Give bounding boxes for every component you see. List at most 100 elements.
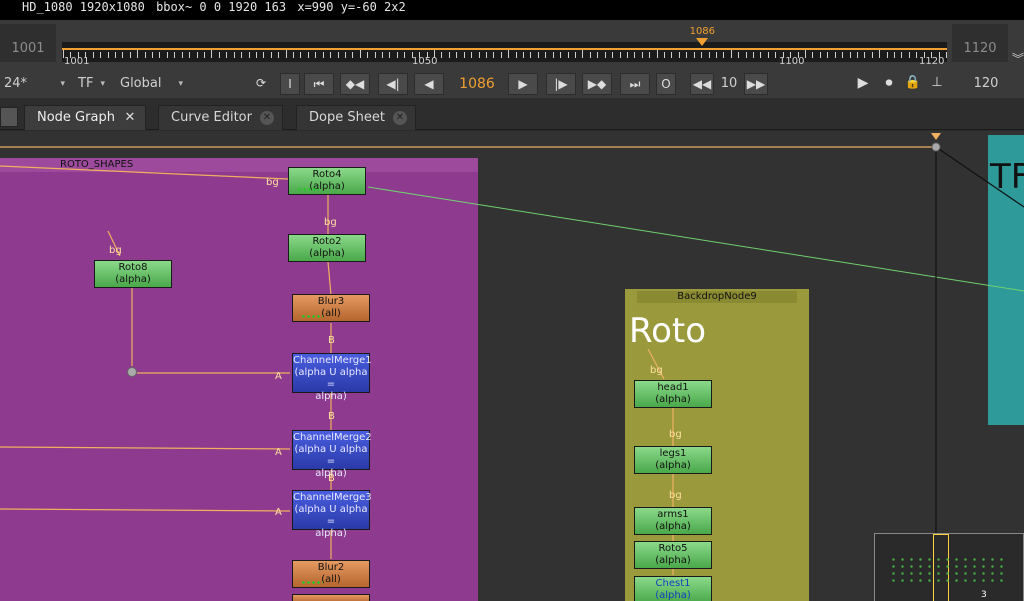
last-frame-icon[interactable]: ⏭	[620, 73, 650, 95]
fps-dropdown[interactable]: 24*	[0, 73, 68, 95]
tab-curve-editor[interactable]: Curve Editor ✕	[158, 105, 283, 130]
node-roto2-channel: (alpha)	[309, 248, 345, 259]
timeline-tick	[367, 52, 369, 58]
node-roto4[interactable]: Roto4 (alpha)	[288, 167, 366, 195]
in-point-button[interactable]: I	[280, 73, 300, 95]
ruler-label-start: 1001	[64, 56, 90, 67]
pipe-green	[367, 186, 1024, 292]
timeline-tick	[664, 52, 666, 58]
next-frame-icon[interactable]: |▶	[546, 73, 576, 95]
pin-bg-legs1: bg	[669, 429, 682, 440]
pane-menu-icon[interactable]	[0, 107, 18, 127]
node-cm1-channel: (alpha U alpha =	[294, 367, 368, 390]
timeline-tick	[619, 52, 621, 58]
node-legs1[interactable]: legs1 (alpha)	[634, 446, 712, 474]
pipe-a-cm3	[0, 508, 291, 512]
node-chest1-channel: (alpha)	[655, 590, 691, 601]
out-point-button[interactable]: O	[656, 73, 676, 95]
timeline-tick	[129, 52, 131, 58]
timeline-tick	[122, 52, 124, 58]
close-icon[interactable]: ✕	[123, 111, 137, 125]
panel-tab-bar: Node Graph ✕ Curve Editor ✕ Dope Sheet ✕	[0, 98, 1024, 130]
timeline-tick	[456, 52, 458, 58]
timeline-tick	[107, 52, 109, 58]
timeline-tick	[849, 52, 851, 58]
playhead-marker[interactable]	[695, 38, 708, 46]
node-graph-minimap[interactable]: 3	[874, 533, 1024, 601]
timeline-end-frame[interactable]: 1120	[952, 24, 1008, 62]
close-icon[interactable]: ✕	[392, 111, 407, 125]
node-partial-bottom[interactable]	[292, 594, 370, 601]
timeline-tick	[211, 49, 213, 58]
timeline-start-frame[interactable]: 1001	[0, 24, 56, 62]
timeline-tick	[597, 52, 599, 58]
timeline-tick	[233, 52, 235, 58]
timeline-tick	[404, 52, 406, 58]
node-chest1-name: Chest1	[655, 578, 691, 589]
node-head1[interactable]: head1 (alpha)	[634, 380, 712, 408]
node-roto2[interactable]: Roto2 (alpha)	[288, 234, 366, 262]
timeline-tick	[545, 52, 547, 58]
timeline-tick	[745, 52, 747, 58]
end-frame-field[interactable]: 120	[956, 73, 1016, 95]
scope-dropdown[interactable]: Global	[116, 73, 186, 95]
timeline-tick	[634, 52, 636, 58]
timeline-range-bar	[62, 48, 947, 50]
node-channelmerge3[interactable]: ChannelMerge3 (alpha U alpha = alpha)	[292, 490, 372, 539]
tab-dope-sheet[interactable]: Dope Sheet ✕	[296, 105, 416, 130]
timeline-tick	[886, 52, 888, 58]
node-arms1[interactable]: arms1 (alpha)	[634, 507, 712, 535]
timeline-tick	[226, 52, 228, 58]
node-blur3[interactable]: Blur3 (all)	[292, 294, 370, 322]
pipe-a-cm2	[0, 446, 291, 450]
pipe-roto2-blur3	[327, 261, 332, 296]
node-roto8[interactable]: Roto8 (alpha)	[94, 260, 172, 288]
forward-increment-icon[interactable]: ▶▶	[744, 73, 768, 95]
pin-a-cm1: A	[275, 371, 282, 382]
scope-value: Global	[120, 76, 162, 91]
tf-dropdown[interactable]: TF	[74, 73, 108, 95]
timeline-tick	[448, 52, 450, 58]
prev-keyframe-icon[interactable]: ◆◀	[340, 73, 370, 95]
viewer-info-bar: HD_1080 1920x1080 bbox~ 0 0 1920 163 x=9…	[0, 0, 1024, 20]
node-blur2[interactable]: Blur2 (all)	[292, 560, 370, 588]
node-channelmerge2[interactable]: ChannelMerge2 (alpha U alpha = alpha)	[292, 430, 372, 479]
tab-node-graph-label: Node Graph	[37, 110, 115, 125]
range-icon[interactable]: ⊥	[926, 73, 948, 95]
prev-increment-icon[interactable]: ◀|	[378, 73, 408, 95]
node-graph-canvas[interactable]: ROTO_SHAPES BackdropNode9 Roto TF bg bg …	[0, 131, 1024, 601]
timeline-tick	[775, 52, 777, 58]
timeline-tick	[166, 52, 168, 58]
chevron-down-icon[interactable]: ︾	[1012, 50, 1024, 67]
dot-node[interactable]	[127, 367, 137, 377]
timeline-tick	[100, 52, 102, 58]
node-channelmerge1[interactable]: ChannelMerge1 (alpha U alpha = alpha)	[292, 353, 372, 402]
increment-field[interactable]: 10	[716, 73, 742, 95]
first-frame-icon[interactable]: ⏮	[304, 73, 334, 95]
timeline-tick	[92, 52, 94, 58]
timeline-tick	[337, 52, 339, 58]
timeline-tick	[137, 49, 139, 58]
play-forward-icon[interactable]: ▶	[508, 73, 538, 95]
timeline-tick	[560, 52, 562, 58]
next-keyframe-icon[interactable]: ▶◆	[582, 73, 612, 95]
node-roto5[interactable]: Roto5 (alpha)	[634, 541, 712, 569]
timeline-tick	[255, 52, 257, 58]
lock-icon[interactable]: 🔒	[902, 73, 924, 95]
timeline-ruler[interactable]: 1001 1050 1100 1120	[62, 42, 947, 67]
pin-b-cm1: B	[328, 335, 335, 346]
tab-node-graph[interactable]: Node Graph ✕	[24, 105, 146, 130]
timeline-tick	[894, 52, 896, 58]
prev-frame-icon[interactable]: ◀	[414, 73, 444, 95]
close-icon[interactable]: ✕	[259, 111, 274, 125]
node-chest1[interactable]: Chest1 (alpha)	[634, 576, 712, 601]
pin-bg-roto8: bg	[109, 245, 122, 256]
current-frame-field[interactable]: 1086	[450, 73, 504, 95]
node-cm2-channel2: alpha)	[315, 468, 347, 479]
loop-mode-icon[interactable]: ⟳	[246, 73, 276, 95]
playback-mode-icon[interactable]: ▶	[852, 73, 874, 95]
rewind-increment-icon[interactable]: ◀◀	[690, 73, 714, 95]
pin-bg-head1: bg	[650, 365, 663, 376]
timeline-tick	[241, 52, 243, 58]
record-icon[interactable]: ⏺	[878, 73, 900, 95]
